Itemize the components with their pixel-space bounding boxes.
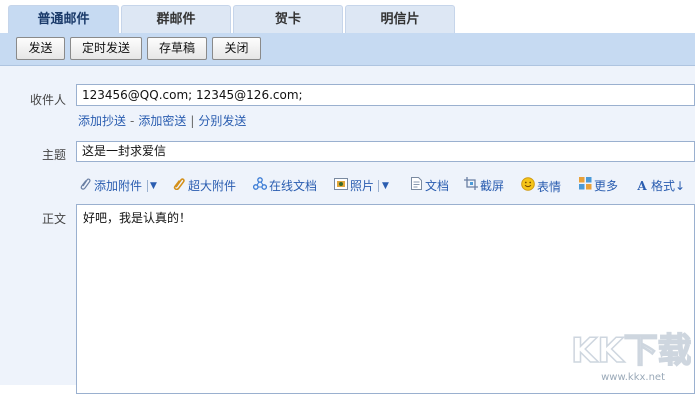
save-draft-button[interactable]: 存草稿 [147,37,207,60]
scissors-crop-icon [464,177,478,195]
send-button[interactable]: 发送 [16,37,65,60]
photo-icon [334,177,348,195]
subject-field[interactable]: 这是一封求爱信 [76,141,695,162]
tab-greeting-card[interactable]: 贺卡 [233,5,343,33]
tool-divider [378,180,379,192]
watermark-logo: KK下载 [569,329,692,372]
paperclip-icon [78,177,92,195]
photo-label: 照片 [350,179,375,193]
tab-normal-mail[interactable]: 普通邮件 [8,5,119,33]
grid-icon [578,177,592,195]
link-separator: | [190,114,195,128]
more-label: 更多 [594,179,619,193]
attachment-dropdown-icon[interactable]: ▼ [150,177,157,195]
add-cc-link[interactable]: 添加抄送 [78,114,126,128]
tool-divider [147,180,148,192]
screenshot-button[interactable]: 截屏 [464,177,504,195]
timed-send-button[interactable]: 定时发送 [70,37,142,60]
svg-text:KK下载: KK下载 [571,331,691,369]
format-button[interactable]: A 格式↓ [635,177,685,195]
online-document-button[interactable]: 在线文档 [252,177,318,195]
emoji-button[interactable]: 表情 [521,177,561,195]
document-icon [409,177,423,195]
recipient-field[interactable]: 123456@QQ.com; 12345@126.com; [76,84,695,106]
tab-group-mail[interactable]: 群邮件 [121,5,231,33]
format-toggle-icon: ↓ [675,179,686,193]
close-button[interactable]: 关闭 [212,37,261,60]
recipient-options: 添加抄送 - 添加密送 | 分别发送 [78,112,246,129]
emoji-label: 表情 [537,180,562,194]
photo-dropdown-icon[interactable]: ▼ [382,177,389,195]
large-attachment-button[interactable]: 超大附件 [172,177,236,195]
large-paperclip-icon [172,177,186,195]
smiley-icon [521,177,535,196]
add-bcc-link[interactable]: 添加密送 [138,114,186,128]
add-attachment-button[interactable]: 添加附件 [78,177,142,195]
document-label: 文档 [425,179,450,193]
more-button[interactable]: 更多 [578,177,618,195]
body-label: 正文 [41,212,66,226]
add-attachment-label: 添加附件 [94,179,143,193]
compose-toolbar: 发送 定时发送 存草稿 关闭 [0,33,695,66]
online-document-label: 在线文档 [269,179,318,193]
tab-postcard[interactable]: 明信片 [345,5,455,33]
photo-button[interactable]: 照片 [334,177,374,195]
separate-send-link[interactable]: 分别发送 [198,114,246,128]
screenshot-label: 截屏 [480,179,505,193]
format-label: 格式 [651,179,676,193]
share-nodes-icon [252,177,268,195]
link-separator: - [130,114,135,128]
font-format-icon: A [637,179,647,193]
large-attachment-label: 超大附件 [188,179,237,193]
recipient-label: 收件人 [29,93,66,107]
document-button[interactable]: 文档 [409,177,449,195]
watermark-url: www.kkx.net [601,372,665,383]
subject-label: 主题 [41,148,66,162]
compose-tab-bar: 普通邮件 群邮件 贺卡 明信片 [0,0,695,33]
